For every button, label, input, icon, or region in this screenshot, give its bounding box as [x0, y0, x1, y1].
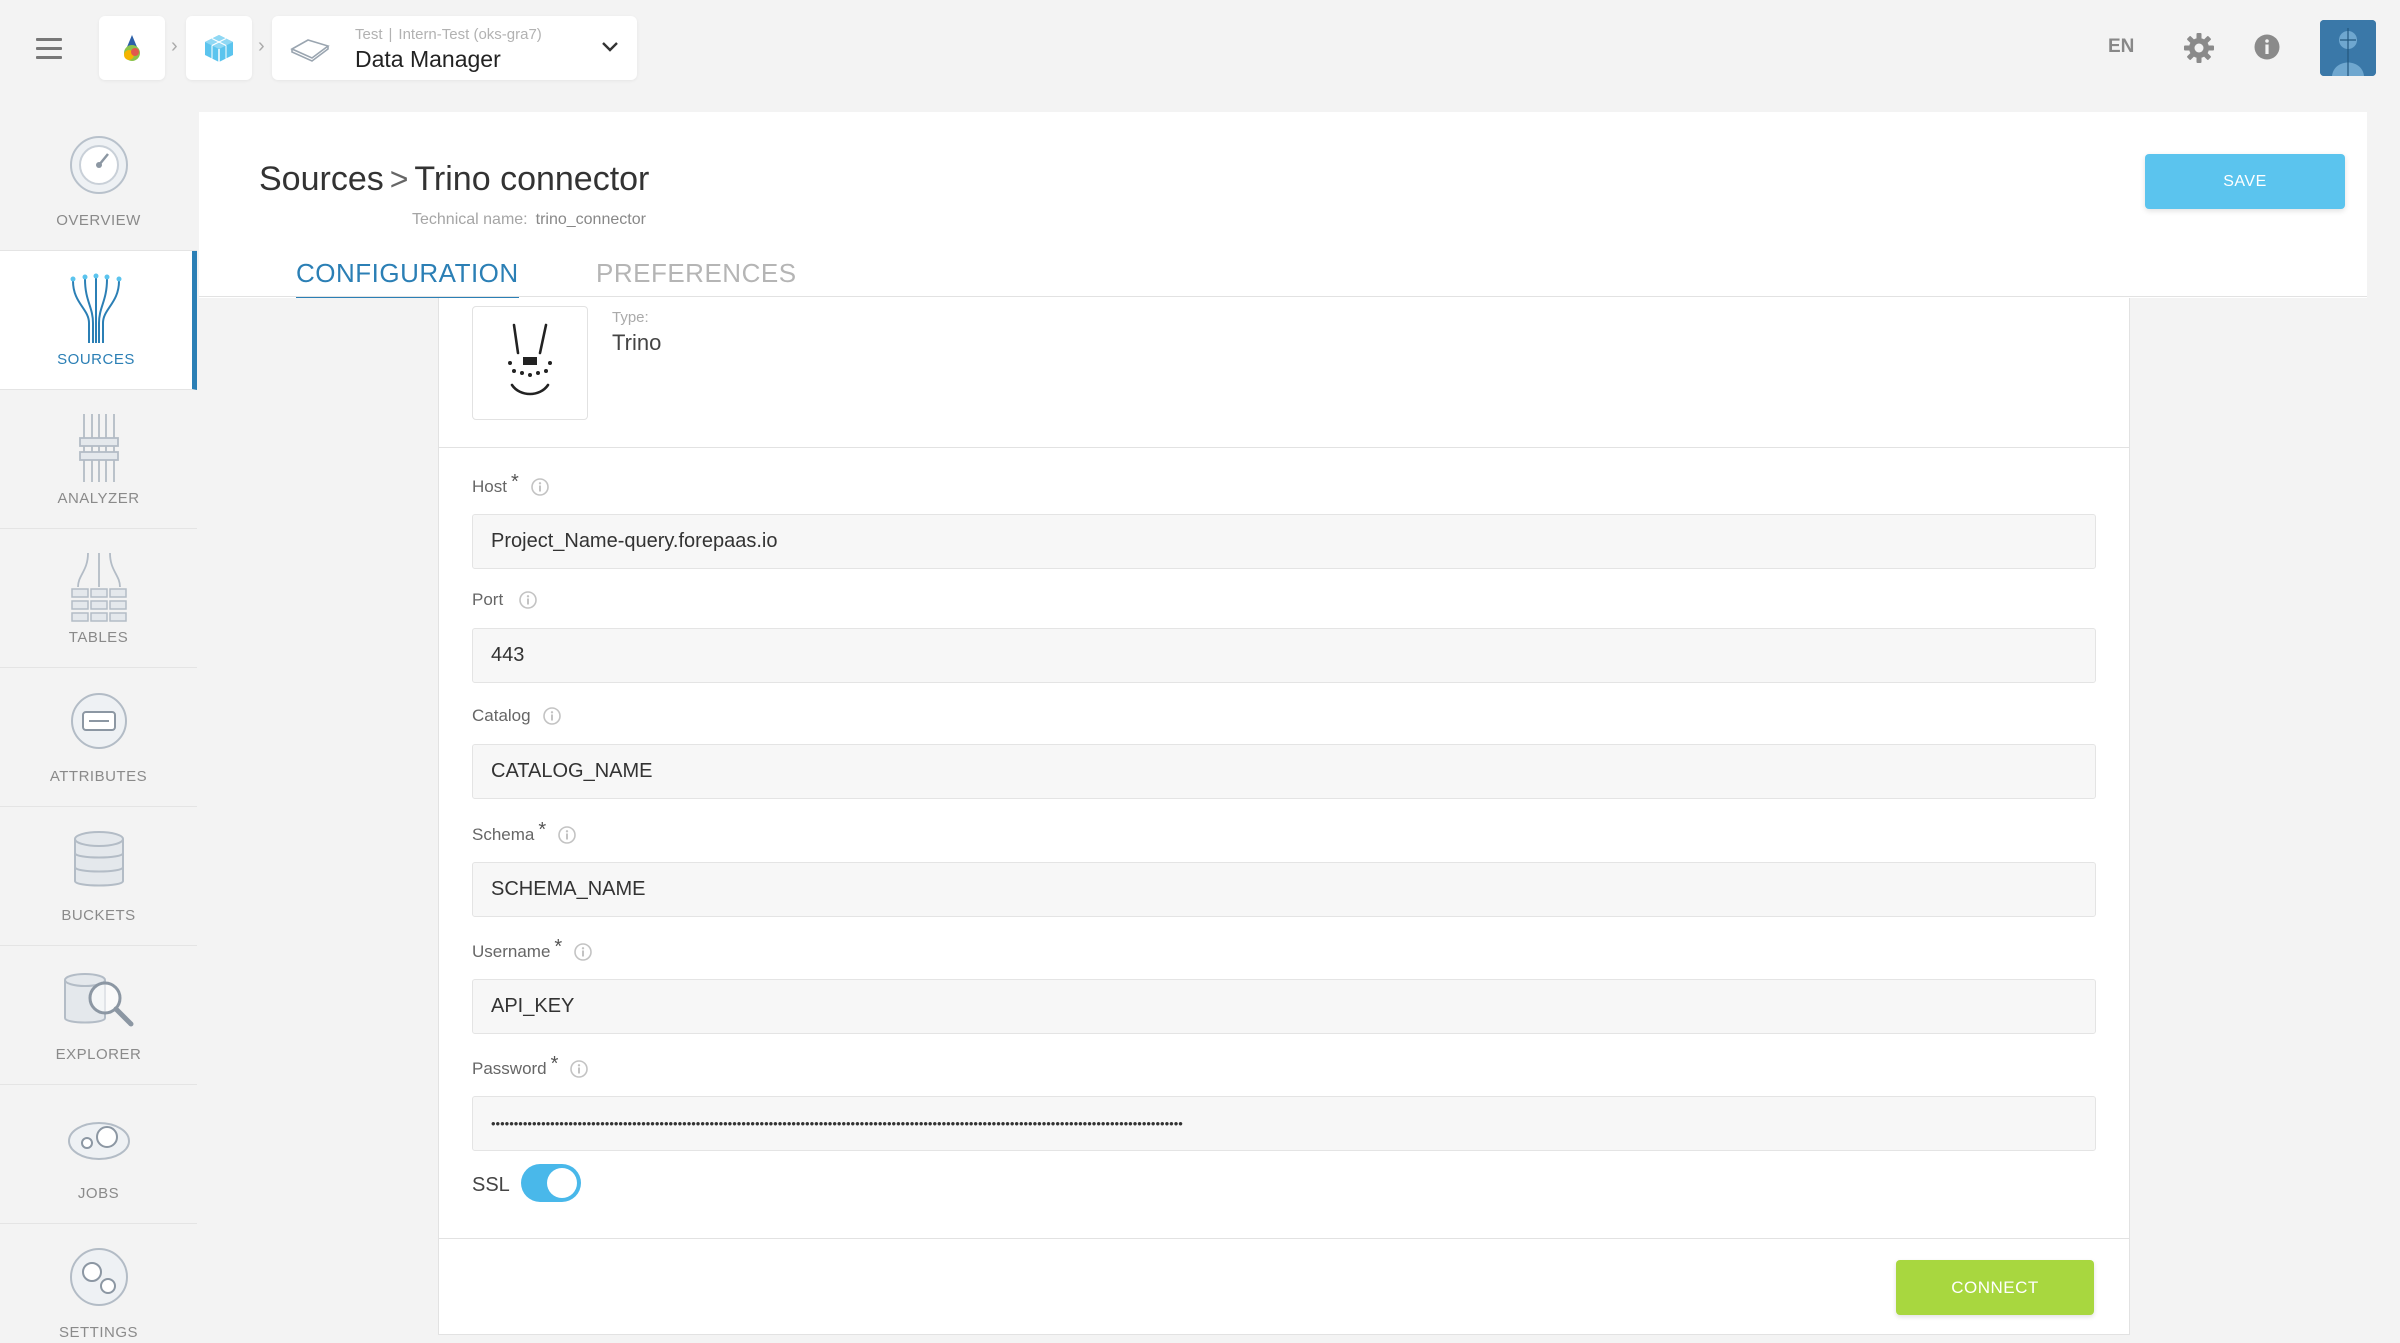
trino-logo-icon: [472, 306, 588, 420]
sidebar-item-label: TABLES: [68, 629, 129, 646]
field-label-text: Schema: [472, 824, 535, 844]
field-label-text: Catalog: [472, 706, 531, 725]
database-icon: [0, 829, 197, 891]
sidebar-item-label: EXPLORER: [55, 1046, 142, 1063]
field-label-text: Username: [472, 941, 551, 961]
tab-preferences[interactable]: PREFERENCES: [596, 258, 797, 289]
field-label-text: Port: [472, 590, 504, 609]
password-label: Password *: [472, 1053, 589, 1080]
analyzer-icon: [0, 412, 197, 484]
attributes-icon: [0, 690, 197, 752]
sidebar-item-label: SOURCES: [57, 351, 135, 368]
settings-gears-icon: [0, 1246, 197, 1308]
cube-icon: [186, 16, 252, 80]
catalog-label: Catalog: [472, 706, 561, 726]
cloud-platform-icon: [288, 36, 332, 67]
breadcrumb-subtitle: Test | Intern-Test (oks-gra7): [355, 26, 542, 43]
sidebar-item-label: JOBS: [77, 1185, 120, 1202]
host-input[interactable]: Project_Name-query.forepaas.io: [472, 514, 2096, 569]
sidebar-item-attributes[interactable]: ATTRIBUTES: [0, 668, 197, 807]
sidebar-item-label: ATTRIBUTES: [49, 768, 148, 785]
field-label-text: Host: [472, 476, 507, 496]
info-icon[interactable]: [542, 707, 561, 725]
sidebar-item-analyzer[interactable]: ANALYZER: [0, 390, 197, 529]
sidebar-item-label: BUCKETS: [61, 907, 136, 924]
sidebar-item-tables[interactable]: TABLES: [0, 529, 197, 668]
port-label: Port: [472, 590, 537, 610]
configuration-card: Type: Trino Host * Project_Name-query.for…: [438, 298, 2130, 1335]
password-input[interactable]: ••••••••••••••••••••••••••••••••••••••••…: [472, 1096, 2096, 1151]
project-label: Intern-Test (oks-gra7): [398, 26, 542, 43]
sources-tree-icon: [0, 273, 192, 345]
breadcrumb-sources-link[interactable]: Sources: [259, 160, 384, 198]
breadcrumb-project[interactable]: [186, 16, 252, 80]
gear-icon[interactable]: [2183, 32, 2215, 69]
ssl-label: SSL: [472, 1174, 510, 1196]
connect-button[interactable]: CONNECT: [1896, 1260, 2094, 1315]
language-selector[interactable]: EN: [2108, 36, 2134, 58]
info-icon[interactable]: [558, 825, 576, 844]
sidebar-item-explorer[interactable]: EXPLORER: [0, 946, 197, 1085]
sidebar-nav: OVERVIEW SOURCES ANALYZER TABLES ATTRIBU…: [0, 112, 197, 1343]
sidebar-item-buckets[interactable]: BUCKETS: [0, 807, 197, 946]
app-title: Data Manager: [355, 46, 501, 72]
chevron-down-icon[interactable]: [601, 40, 619, 59]
type-label: Type:: [612, 309, 649, 326]
breadcrumb-separator-icon: >: [389, 161, 409, 197]
info-icon[interactable]: [574, 942, 593, 961]
host-label: Host *: [472, 471, 549, 498]
breadcrumb-home[interactable]: [99, 16, 165, 80]
environment-label: Test: [355, 26, 383, 43]
content-area: Type: Trino Host * Project_Name-query.for…: [199, 298, 2367, 1343]
hamburger-menu-icon[interactable]: [36, 38, 62, 59]
page-header: Sources > Trino connector Technical name: t…: [199, 112, 2367, 300]
tab-configuration[interactable]: CONFIGURATION: [296, 258, 519, 300]
required-marker: *: [554, 936, 563, 958]
field-label-text: Password: [472, 1058, 547, 1078]
breadcrumb-chevron-icon: ›: [258, 35, 265, 57]
technical-name-label: Technical name:: [412, 211, 528, 228]
info-icon[interactable]: [2253, 33, 2281, 66]
connector-title: Trino connector: [414, 160, 650, 198]
required-marker: *: [550, 1053, 559, 1075]
username-label: Username *: [472, 936, 593, 963]
info-icon[interactable]: [530, 477, 549, 496]
page-title: Sources > Trino connector: [259, 160, 649, 199]
catalog-input[interactable]: CATALOG_NAME: [472, 744, 2096, 799]
jobs-icon: [0, 1107, 197, 1169]
connector-type-row: Type: Trino: [439, 298, 2129, 448]
sidebar-item-label: SETTINGS: [58, 1324, 138, 1341]
user-avatar[interactable]: [2320, 20, 2376, 76]
technical-name: Technical name: trino_connector: [412, 211, 646, 229]
schema-input[interactable]: SCHEMA_NAME: [472, 862, 2096, 917]
port-input[interactable]: 443: [472, 628, 2096, 683]
sidebar-item-label: ANALYZER: [57, 490, 140, 507]
tables-icon: [0, 551, 197, 623]
breadcrumb-app-selector[interactable]: Test | Intern-Test (oks-gra7) Data Manager: [272, 16, 637, 80]
app-logo-icon: [99, 16, 165, 80]
gauge-icon: [0, 134, 197, 196]
info-icon[interactable]: [570, 1059, 589, 1078]
save-button[interactable]: SAVE: [2145, 154, 2345, 209]
username-input[interactable]: API_KEY: [472, 979, 2096, 1034]
info-icon[interactable]: [519, 591, 537, 609]
technical-name-value: trino_connector: [535, 211, 646, 228]
sidebar-item-jobs[interactable]: JOBS: [0, 1085, 197, 1224]
sidebar-item-settings[interactable]: SETTINGS: [0, 1224, 197, 1343]
type-value: Trino: [612, 330, 662, 355]
required-marker: *: [538, 819, 547, 841]
schema-label: Schema *: [472, 819, 576, 846]
explorer-search-icon: [0, 968, 197, 1030]
ssl-toggle[interactable]: [521, 1164, 581, 1202]
sidebar-item-overview[interactable]: OVERVIEW: [0, 112, 197, 251]
toggle-knob: [547, 1168, 577, 1198]
main-panel: Sources > Trino connector Technical name: t…: [199, 112, 2367, 1343]
sidebar-item-label: OVERVIEW: [56, 212, 141, 229]
breadcrumb-chevron-icon: ›: [171, 35, 178, 57]
top-bar: › › Test | Intern-Test (oks-gra7) Data Man…: [0, 0, 2400, 97]
divider: [439, 1238, 2129, 1239]
sidebar-item-sources[interactable]: SOURCES: [0, 251, 197, 390]
required-marker: *: [510, 471, 519, 493]
